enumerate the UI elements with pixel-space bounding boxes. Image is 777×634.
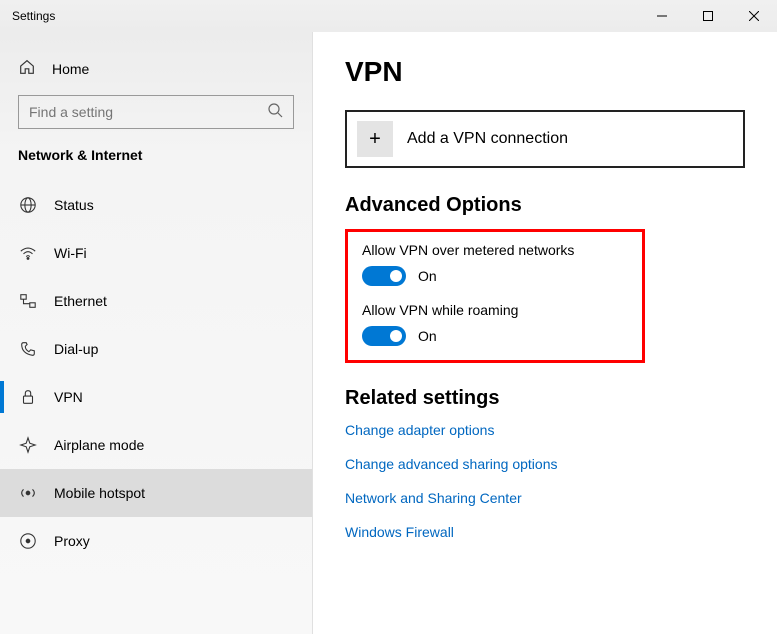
maximize-button[interactable] [685,0,731,32]
window-controls [639,0,777,32]
sidebar: Home Network & Internet Status Wi-Fi Eth… [0,32,313,634]
sidebar-item-wifi[interactable]: Wi-Fi [0,229,312,277]
window-title: Settings [0,9,55,23]
search-field[interactable] [29,104,229,120]
link-sharing[interactable]: Change advanced sharing options [345,456,745,472]
metered-label: Allow VPN over metered networks [362,242,628,258]
roaming-toggle[interactable] [362,326,406,346]
sidebar-item-ethernet[interactable]: Ethernet [0,277,312,325]
nav-label: VPN [54,389,83,405]
sidebar-item-airplane[interactable]: Airplane mode [0,421,312,469]
globe-icon [18,195,38,215]
plus-icon: + [357,121,393,157]
related-heading: Related settings [345,387,745,410]
nav-label: Ethernet [54,293,107,309]
search-icon [267,102,283,123]
home-nav[interactable]: Home [0,50,312,95]
metered-toggle[interactable] [362,266,406,286]
nav-label: Mobile hotspot [54,485,145,501]
highlight-box: Allow VPN over metered networks On Allow… [345,229,645,363]
add-vpn-button[interactable]: + Add a VPN connection [345,110,745,168]
category-title: Network & Internet [0,147,312,181]
phone-icon [18,339,38,359]
nav-label: Status [54,197,94,213]
vpn-icon [18,387,38,407]
roaming-label: Allow VPN while roaming [362,302,628,318]
sidebar-item-status[interactable]: Status [0,181,312,229]
nav-label: Wi-Fi [54,245,87,261]
sidebar-item-vpn[interactable]: VPN [0,373,312,421]
airplane-icon [18,435,38,455]
link-adapter[interactable]: Change adapter options [345,422,745,438]
minimize-button[interactable] [639,0,685,32]
proxy-icon [18,531,38,551]
titlebar: Settings [0,0,777,32]
nav-label: Proxy [54,533,90,549]
sidebar-item-dialup[interactable]: Dial-up [0,325,312,373]
nav-label: Dial-up [54,341,98,357]
metered-state: On [418,268,437,284]
roaming-state: On [418,328,437,344]
hotspot-icon [18,483,38,503]
advanced-heading: Advanced Options [345,194,745,217]
sidebar-item-proxy[interactable]: Proxy [0,517,312,565]
ethernet-icon [18,291,38,311]
link-firewall[interactable]: Windows Firewall [345,524,745,540]
add-vpn-label: Add a VPN connection [407,130,568,148]
search-input[interactable] [18,95,294,129]
home-icon [18,58,36,79]
main-content: VPN + Add a VPN connection Advanced Opti… [313,32,777,634]
wifi-icon [18,243,38,263]
page-title: VPN [345,56,745,88]
close-button[interactable] [731,0,777,32]
sidebar-item-hotspot[interactable]: Mobile hotspot [0,469,312,517]
nav-label: Airplane mode [54,437,144,453]
home-label: Home [52,61,89,77]
link-network-center[interactable]: Network and Sharing Center [345,490,745,506]
